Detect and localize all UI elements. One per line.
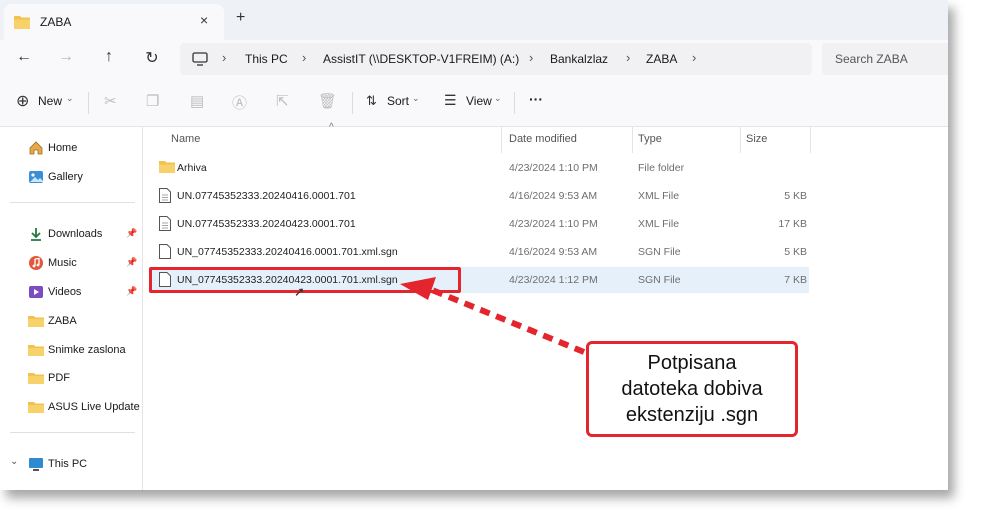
callout-line-1: Potpisana (647, 352, 737, 374)
annotation-arrow (400, 277, 586, 355)
callout-line-3: ekstenziju .sgn (625, 404, 759, 426)
annotation-callout: Potpisana datoteka dobiva ekstenziju .sg… (586, 341, 798, 437)
callout-line-2: datoteka dobiva (621, 378, 763, 400)
